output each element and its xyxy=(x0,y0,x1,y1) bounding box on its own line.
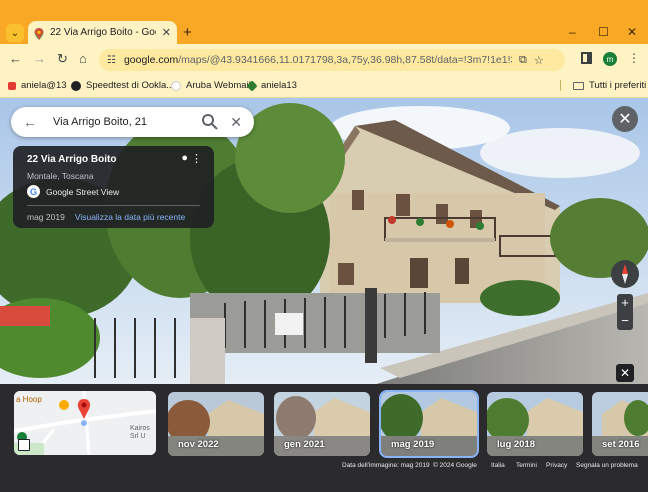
map-label: a Hoop xyxy=(16,395,42,404)
bookmark-item[interactable]: Aruba Webmail xyxy=(171,80,251,91)
thumbnail-lug-2018[interactable]: lug 2018 xyxy=(487,392,583,456)
tab-strip: ⌄ 22 Via Arrigo Boito - Google Ma ✕ + – … xyxy=(0,0,648,44)
back-arrow-icon[interactable]: ← xyxy=(23,114,37,130)
maps-pin-icon xyxy=(34,27,44,40)
thumbnail-set-2016[interactable]: set 2016 xyxy=(592,392,648,456)
street-view-panel[interactable]: ← Via Arrigo Boito, 21 ✕ ✕ 22 Via Arrigo… xyxy=(0,98,648,492)
tab-close-icon[interactable]: ✕ xyxy=(162,26,171,39)
forward-icon[interactable]: → xyxy=(33,51,46,67)
toolbar: ← → ↻ ⌂ ☷ google.com/maps/@43.9341666,11… xyxy=(0,44,648,74)
profile-avatar[interactable]: m xyxy=(603,52,617,66)
search-icon[interactable] xyxy=(200,112,220,132)
terms-link[interactable]: Termini xyxy=(516,462,537,469)
location-pin-icon[interactable]: ● xyxy=(181,152,188,164)
country-link[interactable]: Italia xyxy=(491,462,505,469)
close-street-view-button[interactable]: ✕ xyxy=(612,106,638,132)
street-view-image[interactable] xyxy=(0,98,648,386)
search-input[interactable]: Via Arrigo Boito, 21 xyxy=(53,116,196,128)
report-problem-link[interactable]: Segnala un problema xyxy=(576,462,638,469)
thumbnail-mag-2019[interactable]: mag 2019 xyxy=(379,390,479,458)
clear-search-icon[interactable]: ✕ xyxy=(230,114,242,131)
map-footer: Data dell'immagine: mag 2019 © 2024 Goog… xyxy=(0,462,648,474)
zoom-controls: + − xyxy=(617,294,633,330)
close-filmstrip-button[interactable]: ✕ xyxy=(616,364,634,382)
locality-text: Montale, Toscana xyxy=(27,171,94,181)
zoom-out-button[interactable]: − xyxy=(617,312,633,330)
bookmarks-bar: aniela@13 Speedtest di Ookla... Aruba We… xyxy=(0,74,648,98)
minimize-button[interactable]: – xyxy=(569,24,576,40)
back-icon[interactable]: ← xyxy=(9,51,22,67)
address-title: 22 Via Arrigo Boito xyxy=(27,154,117,165)
url-path: /maps/@43.9341666,11.0171798,3a,75y,36.9… xyxy=(178,54,512,66)
address-bar[interactable]: ☷ google.com/maps/@43.9341666,11.0171798… xyxy=(99,49,565,71)
bookmark-item[interactable]: Speedtest di Ookla... xyxy=(71,80,174,91)
side-panel-icon[interactable] xyxy=(581,52,592,64)
copyright-text: © 2024 Google xyxy=(433,462,477,469)
tab-search-button[interactable]: ⌄ xyxy=(6,24,24,42)
expand-map-icon[interactable] xyxy=(18,439,30,451)
aniela13-favicon-icon xyxy=(246,79,258,92)
all-bookmarks-folder[interactable]: Tutti i preferiti xyxy=(560,80,646,91)
bookmark-star-icon[interactable]: ☆ xyxy=(534,54,544,67)
capture-date: mag 2019 xyxy=(27,212,65,222)
home-icon[interactable]: ⌂ xyxy=(79,51,87,67)
reload-icon[interactable]: ↻ xyxy=(57,51,68,67)
aruba-icon xyxy=(171,80,181,91)
maximize-button[interactable]: ☐ xyxy=(598,24,609,40)
url-domain: google.com xyxy=(123,54,179,66)
cast-icon[interactable]: ⧉ xyxy=(519,54,527,67)
thumbnail-gen-2021[interactable]: gen 2021 xyxy=(274,392,370,456)
speedtest-icon xyxy=(71,80,81,91)
time-travel-filmstrip: a Hoop Kairos Srl U nov 2022 gen 2021 ma… xyxy=(0,384,648,492)
site-info-icon[interactable]: ☷ xyxy=(107,55,116,66)
mini-map[interactable]: a Hoop Kairos Srl U xyxy=(14,391,156,455)
google-logo-icon: G xyxy=(27,185,40,198)
location-info-card: 22 Via Arrigo Boito ● ⋮ Montale, Toscana… xyxy=(13,146,214,228)
search-box[interactable]: ← Via Arrigo Boito, 21 ✕ xyxy=(11,107,254,137)
map-label-2: Kairos Srl U xyxy=(130,425,150,440)
tab-title: 22 Via Arrigo Boito - Google Ma xyxy=(50,27,156,38)
privacy-link[interactable]: Privacy xyxy=(546,462,567,469)
close-window-button[interactable]: ✕ xyxy=(627,24,637,40)
new-tab-button[interactable]: + xyxy=(183,24,192,42)
latest-date-link[interactable]: Visualizza la data più recente xyxy=(75,212,185,222)
aniela-favicon-icon xyxy=(8,81,16,90)
folder-icon xyxy=(573,81,584,90)
browser-menu-icon[interactable]: ⋮ xyxy=(628,51,640,65)
more-options-icon[interactable]: ⋮ xyxy=(191,152,202,165)
zoom-in-button[interactable]: + xyxy=(617,294,633,312)
browser-window: ⌄ 22 Via Arrigo Boito - Google Ma ✕ + – … xyxy=(0,0,648,492)
divider xyxy=(27,205,200,206)
compass-icon[interactable] xyxy=(611,260,639,288)
bookmark-item[interactable]: aniela@13 xyxy=(8,80,67,91)
source-row: G Google Street View xyxy=(27,185,200,198)
tab-maps[interactable]: 22 Via Arrigo Boito - Google Ma ✕ xyxy=(28,21,177,44)
capture-date-row: mag 2019 Visualizza la data più recente xyxy=(27,212,200,222)
url-text[interactable]: google.com/maps/@43.9341666,11.0171798,3… xyxy=(124,54,512,66)
image-date-text: Data dell'immagine: mag 2019 xyxy=(342,462,430,469)
thumbnail-nov-2022[interactable]: nov 2022 xyxy=(168,392,264,456)
bookmark-item[interactable]: aniela13 xyxy=(246,79,297,92)
